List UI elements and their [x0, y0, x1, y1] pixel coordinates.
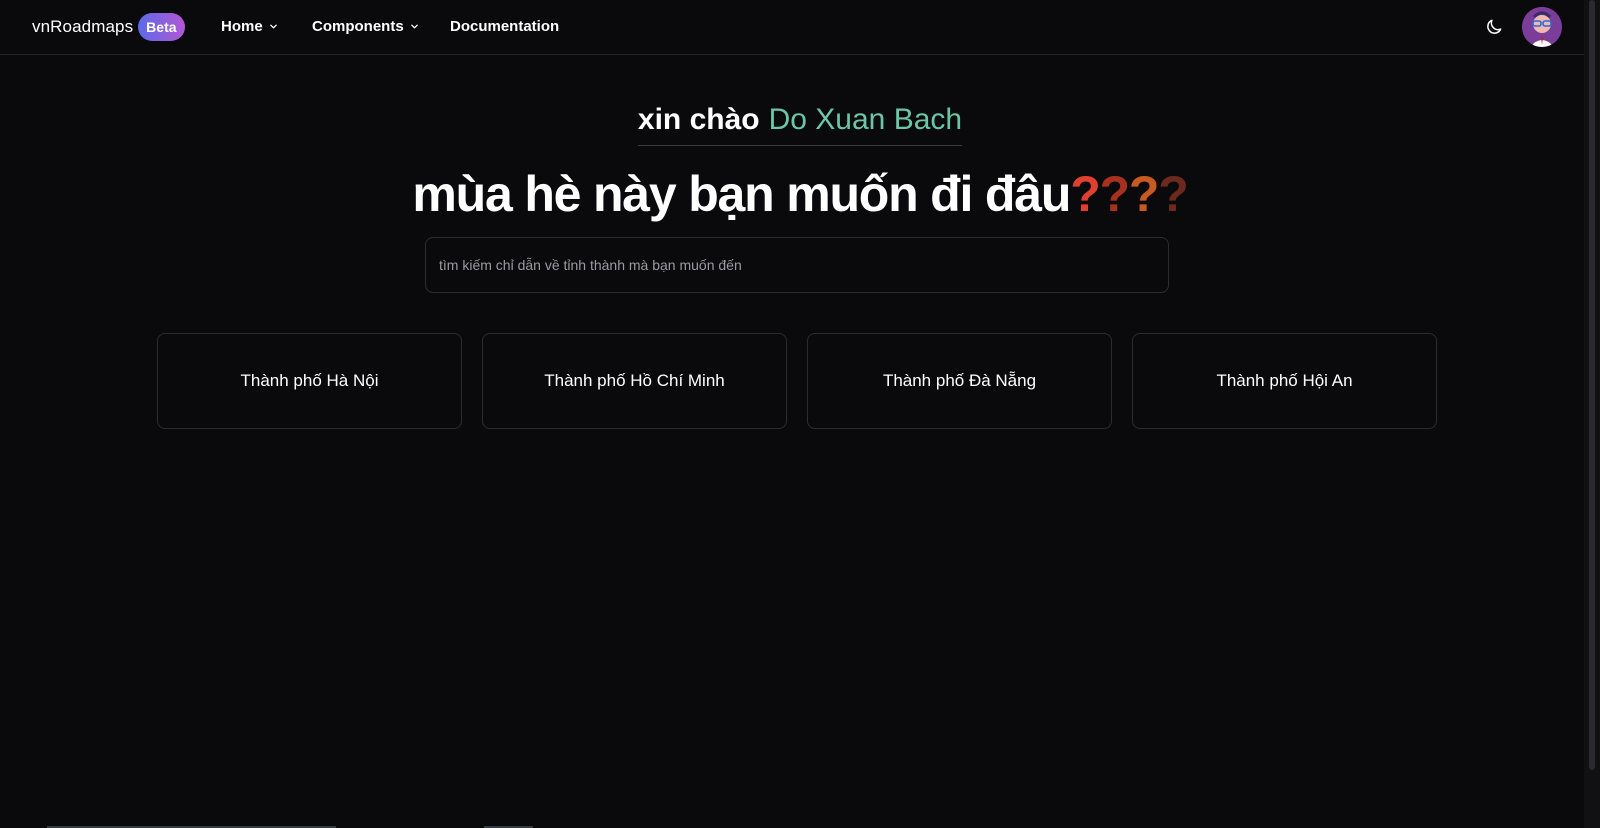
- chevron-down-icon: [269, 24, 277, 29]
- avatar-image: [1522, 7, 1562, 47]
- nav-components[interactable]: Components: [312, 18, 419, 35]
- beta-badge: Beta: [138, 13, 185, 41]
- city-card-hoi-an[interactable]: Thành phố Hội An: [1132, 333, 1437, 429]
- brand-name[interactable]: vnRoadmaps: [32, 17, 133, 37]
- user-name: Do Xuan Bach: [768, 103, 963, 136]
- page-headline: mùa hè này bạn muốn đi đâu????: [0, 165, 1600, 223]
- greeting-prefix: xin chào: [637, 103, 760, 136]
- search-box[interactable]: [425, 237, 1169, 293]
- question-mark: ?: [1070, 166, 1101, 222]
- nav-documentation[interactable]: Documentation: [450, 18, 559, 35]
- city-card-ho-chi-minh[interactable]: Thành phố Hồ Chí Minh: [482, 333, 787, 429]
- user-avatar[interactable]: [1522, 7, 1562, 47]
- moon-icon[interactable]: [1484, 17, 1504, 37]
- greeting-container: xin chào Do Xuan Bach: [0, 103, 1600, 146]
- chevron-down-icon: [410, 24, 418, 29]
- top-navbar: vnRoadmaps Beta Home Components Document…: [0, 0, 1584, 55]
- city-card-label: Thành phố Hội An: [1216, 371, 1353, 390]
- city-card-ha-noi[interactable]: Thành phố Hà Nội: [157, 333, 462, 429]
- headline-text: mùa hè này bạn muốn đi đâu: [412, 166, 1071, 222]
- city-card-label: Thành phố Đà Nẵng: [882, 371, 1037, 390]
- nav-home-label: Home: [221, 18, 263, 35]
- nav-components-label: Components: [312, 18, 404, 35]
- city-card-label: Thành phố Hồ Chí Minh: [544, 371, 725, 390]
- brand[interactable]: vnRoadmaps Beta: [32, 13, 185, 41]
- nav-home[interactable]: Home: [221, 18, 278, 35]
- nav-documentation-label: Documentation: [450, 18, 560, 35]
- city-card-da-nang[interactable]: Thành phố Đà Nẵng: [807, 333, 1112, 429]
- search-input[interactable]: [439, 257, 1155, 273]
- question-mark: ?: [1099, 166, 1131, 222]
- question-mark: ?: [1158, 166, 1189, 222]
- city-card-label: Thành phố Hà Nội: [240, 371, 379, 390]
- greeting: xin chào Do Xuan Bach: [637, 103, 963, 146]
- question-mark: ?: [1128, 166, 1160, 222]
